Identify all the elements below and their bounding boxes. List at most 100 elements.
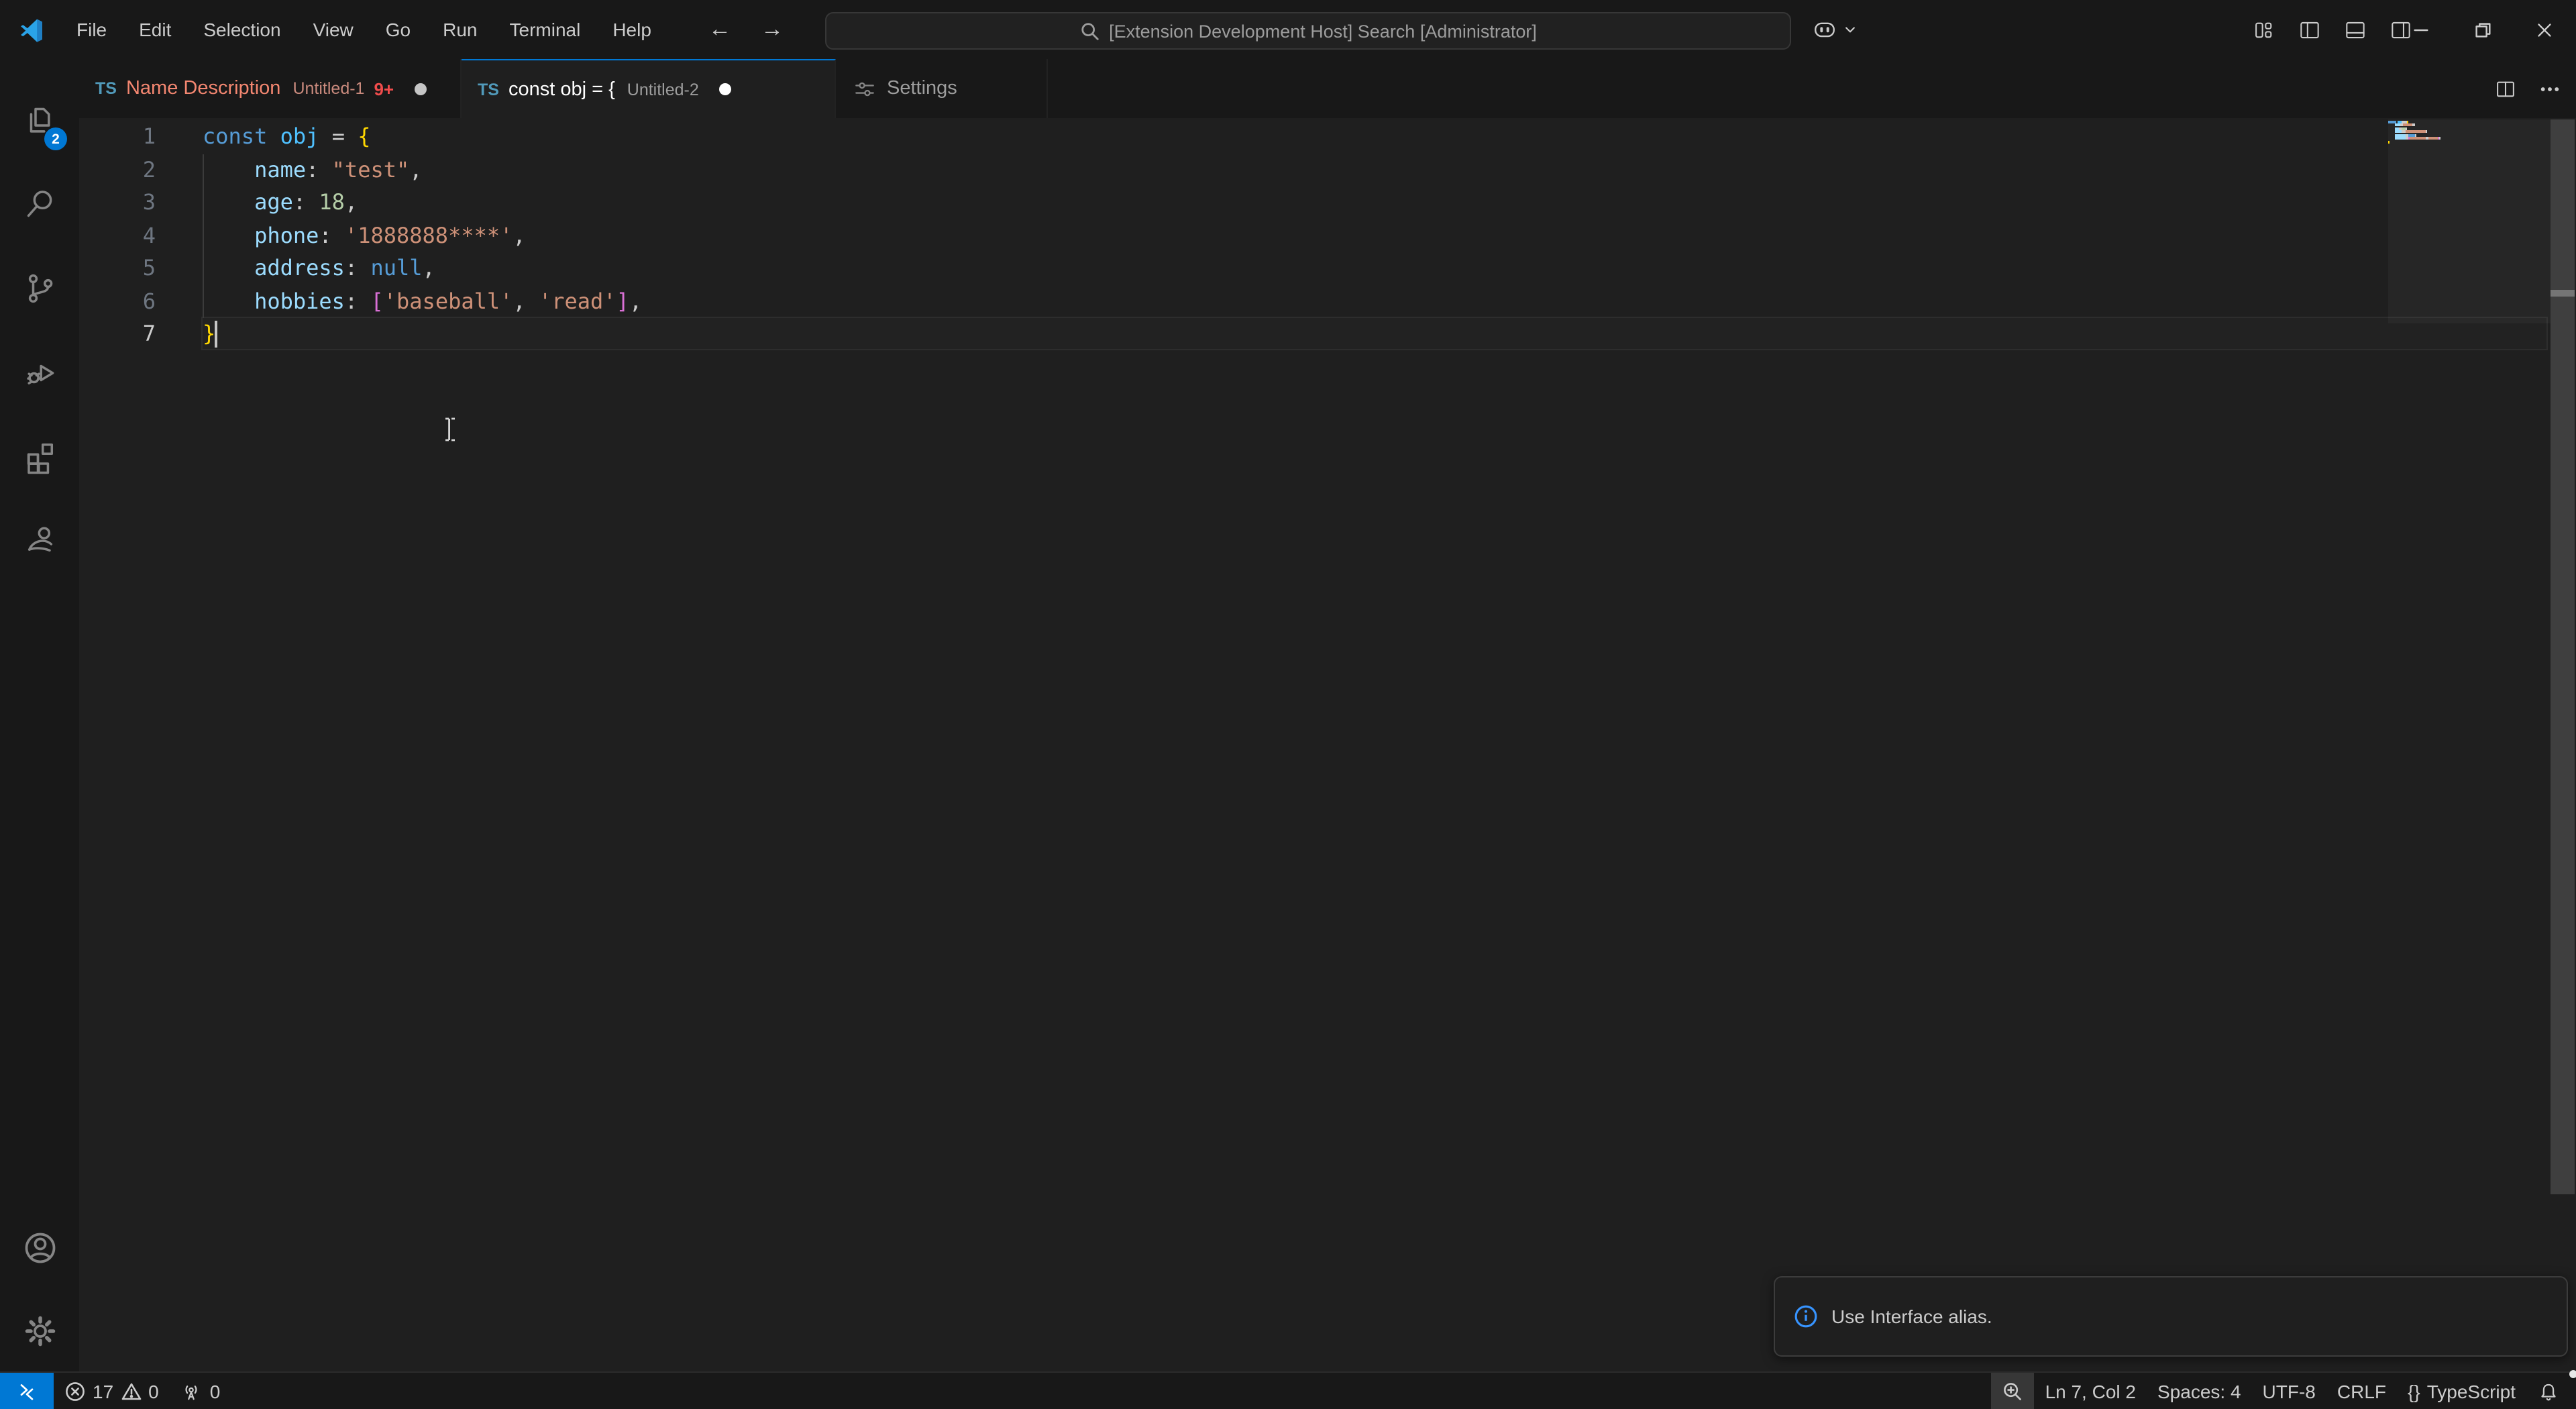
- zoom-in-icon: [2002, 1381, 2024, 1402]
- source-control-icon: [21, 270, 58, 307]
- customize-layout-icon: [2251, 17, 2277, 42]
- close-button[interactable]: [2513, 0, 2575, 59]
- toggle-sidebar-icon: [2297, 17, 2322, 42]
- copilot-button[interactable]: [1810, 12, 1857, 47]
- code-editor[interactable]: 1234567 const obj = { name: "test", age:…: [79, 118, 2576, 1371]
- search-placeholder: [Extension Development Host] Search [Adm…: [1109, 21, 1537, 41]
- line-number[interactable]: 1: [79, 121, 156, 154]
- back-arrow-icon[interactable]: ←: [703, 16, 737, 43]
- custom-extension-view-icon: [21, 521, 58, 558]
- copilot-icon: [1810, 15, 1839, 44]
- editor-tab-bar: TS Name Description Untitled-1 9+ TS con…: [79, 59, 2576, 118]
- sidebar-item-accounts[interactable]: [0, 1213, 79, 1283]
- menu-edit[interactable]: Edit: [123, 0, 187, 59]
- remote-indicator[interactable]: [0, 1373, 54, 1409]
- bell-icon: [2537, 1380, 2560, 1403]
- status-bar: 17 0 0 Ln 7, Col 2 Space: [0, 1371, 2576, 1409]
- tab-untitled-2[interactable]: TS const obj = { Untitled-2: [462, 59, 836, 118]
- line-number[interactable]: 3: [79, 187, 156, 219]
- zoom-status-item[interactable]: [1992, 1373, 2035, 1409]
- restore-button[interactable]: [2451, 0, 2513, 59]
- code-line[interactable]: const obj = {: [203, 121, 642, 154]
- run-and-debug-icon: [21, 354, 58, 392]
- menu-bar: File Edit Selection View Go Run Terminal…: [60, 0, 667, 59]
- menu-view[interactable]: View: [297, 0, 370, 59]
- menu-file[interactable]: File: [60, 0, 123, 59]
- modified-dot-icon[interactable]: [719, 83, 731, 95]
- tab-title: Name Description: [126, 78, 281, 99]
- tab-description: Untitled-2: [627, 80, 699, 99]
- notification-message: Use Interface alias.: [1831, 1306, 1992, 1327]
- menu-help[interactable]: Help: [596, 0, 667, 59]
- tab-title: Settings: [887, 78, 957, 99]
- customize-layout-button[interactable]: [2246, 11, 2282, 48]
- split-editor-icon[interactable]: [2493, 76, 2518, 101]
- code-lines[interactable]: const obj = { name: "test", age: 18, pho…: [203, 121, 642, 351]
- language-status[interactable]: {} TypeScript: [2397, 1373, 2526, 1409]
- sidebar-item-custom-view[interactable]: [0, 505, 79, 574]
- notification-dot: [2569, 1370, 2576, 1378]
- search-view-icon: [21, 185, 58, 223]
- forward-arrow-icon[interactable]: →: [755, 16, 789, 43]
- braces-icon: {}: [2408, 1381, 2420, 1402]
- code-line[interactable]: name: "test",: [203, 154, 642, 187]
- tab-untitled-1[interactable]: TS Name Description Untitled-1 9+: [79, 59, 462, 118]
- menu-terminal[interactable]: Terminal: [494, 0, 597, 59]
- notifications-bell[interactable]: [2526, 1373, 2576, 1409]
- sidebar-item-run-debug[interactable]: [0, 338, 79, 408]
- minimize-icon: [2410, 19, 2430, 40]
- minimap-slider[interactable]: [2388, 119, 2551, 323]
- minimap-content[interactable]: [2388, 121, 2551, 144]
- line-number[interactable]: 7: [79, 318, 156, 351]
- encoding-status[interactable]: UTF-8: [2252, 1373, 2326, 1409]
- text-caret: [215, 321, 217, 348]
- cursor-position-status[interactable]: Ln 7, Col 2: [2035, 1373, 2147, 1409]
- line-number[interactable]: 6: [79, 285, 156, 318]
- command-center-search[interactable]: [Extension Development Host] Search [Adm…: [825, 12, 1791, 50]
- info-icon: [1794, 1304, 1818, 1328]
- line-number[interactable]: 4: [79, 219, 156, 252]
- tab-description: Untitled-1: [292, 79, 364, 98]
- code-line[interactable]: hobbies: ['baseball', 'read'],: [203, 285, 642, 318]
- code-line[interactable]: phone: '1888888****',: [203, 219, 642, 252]
- eol-status[interactable]: CRLF: [2326, 1373, 2397, 1409]
- tab-title: const obj = {: [508, 79, 615, 100]
- menu-go[interactable]: Go: [370, 0, 427, 59]
- line-number[interactable]: 2: [79, 154, 156, 187]
- line-number[interactable]: 5: [79, 252, 156, 285]
- sidebar-item-source-control[interactable]: [0, 254, 79, 323]
- overview-ruler-cursor-marker: [2551, 290, 2575, 297]
- sidebar-item-extensions[interactable]: [0, 421, 79, 491]
- minimize-button[interactable]: [2390, 0, 2451, 59]
- modified-dot-icon[interactable]: [414, 83, 426, 95]
- chevron-down-icon: [1843, 23, 1857, 36]
- code-line[interactable]: age: 18,: [203, 187, 642, 219]
- notification-toast[interactable]: Use Interface alias.: [1774, 1276, 2568, 1357]
- vertical-scrollbar-slider[interactable]: [2551, 119, 2575, 1194]
- restore-icon: [2472, 19, 2492, 40]
- more-actions-icon[interactable]: [2537, 76, 2563, 101]
- problems-status[interactable]: 17 0: [54, 1373, 170, 1409]
- radio-tower-icon: [180, 1380, 203, 1403]
- toggle-panel-button[interactable]: [2337, 11, 2373, 48]
- mouse-ibeam-cursor: [441, 416, 458, 443]
- remote-icon: [16, 1381, 38, 1402]
- vscode-window: File Edit Selection View Go Run Terminal…: [0, 0, 2576, 1409]
- tab-settings[interactable]: Settings: [836, 59, 1048, 118]
- sidebar-item-settings[interactable]: [0, 1296, 79, 1366]
- menu-selection[interactable]: Selection: [187, 0, 297, 59]
- extensions-icon: [21, 437, 58, 475]
- typescript-file-icon: TS: [95, 79, 117, 98]
- code-line[interactable]: address: null,: [203, 252, 642, 285]
- typescript-file-icon: TS: [478, 80, 499, 99]
- ports-status[interactable]: 0: [170, 1373, 231, 1409]
- code-line[interactable]: }: [203, 318, 642, 351]
- gutter[interactable]: 1234567: [79, 121, 156, 351]
- menu-run[interactable]: Run: [427, 0, 493, 59]
- toggle-primary-sidebar-button[interactable]: [2292, 11, 2328, 48]
- warning-icon: [120, 1381, 142, 1402]
- indentation-status[interactable]: Spaces: 4: [2147, 1373, 2252, 1409]
- tab-problems-badge: 9+: [374, 79, 394, 99]
- sidebar-item-explorer[interactable]: 2: [0, 86, 79, 156]
- sidebar-item-search[interactable]: [0, 169, 79, 239]
